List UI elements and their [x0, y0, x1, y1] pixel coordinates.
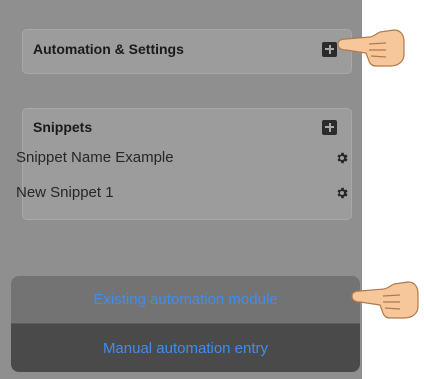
add-automation-icon[interactable] — [322, 41, 337, 57]
manual-automation-entry-option[interactable]: Manual automation entry — [11, 324, 360, 372]
automation-settings-title: Automation & Settings — [33, 41, 184, 57]
add-snippet-icon[interactable] — [322, 119, 337, 135]
existing-automation-module-option[interactable]: Existing automation module — [11, 276, 360, 324]
app-screen: Automation & Settings Snippets Snippet N… — [0, 0, 362, 379]
snippets-header: Snippets — [33, 119, 337, 135]
automation-settings-card: Automation & Settings — [22, 29, 352, 74]
gear-icon[interactable] — [335, 186, 349, 200]
snippet-row[interactable]: New Snippet 1 — [16, 184, 349, 201]
snippet-name: Snippet Name Example — [16, 149, 174, 166]
gear-icon[interactable] — [335, 151, 349, 165]
snippet-row[interactable]: Snippet Name Example — [16, 149, 349, 166]
action-sheet: Existing automation module Manual automa… — [11, 276, 360, 372]
automation-settings-header: Automation & Settings — [33, 41, 337, 57]
pointing-hand-icon — [351, 281, 419, 319]
snippets-title: Snippets — [33, 119, 93, 135]
snippet-name: New Snippet 1 — [16, 184, 114, 201]
pointing-hand-icon — [337, 29, 405, 67]
